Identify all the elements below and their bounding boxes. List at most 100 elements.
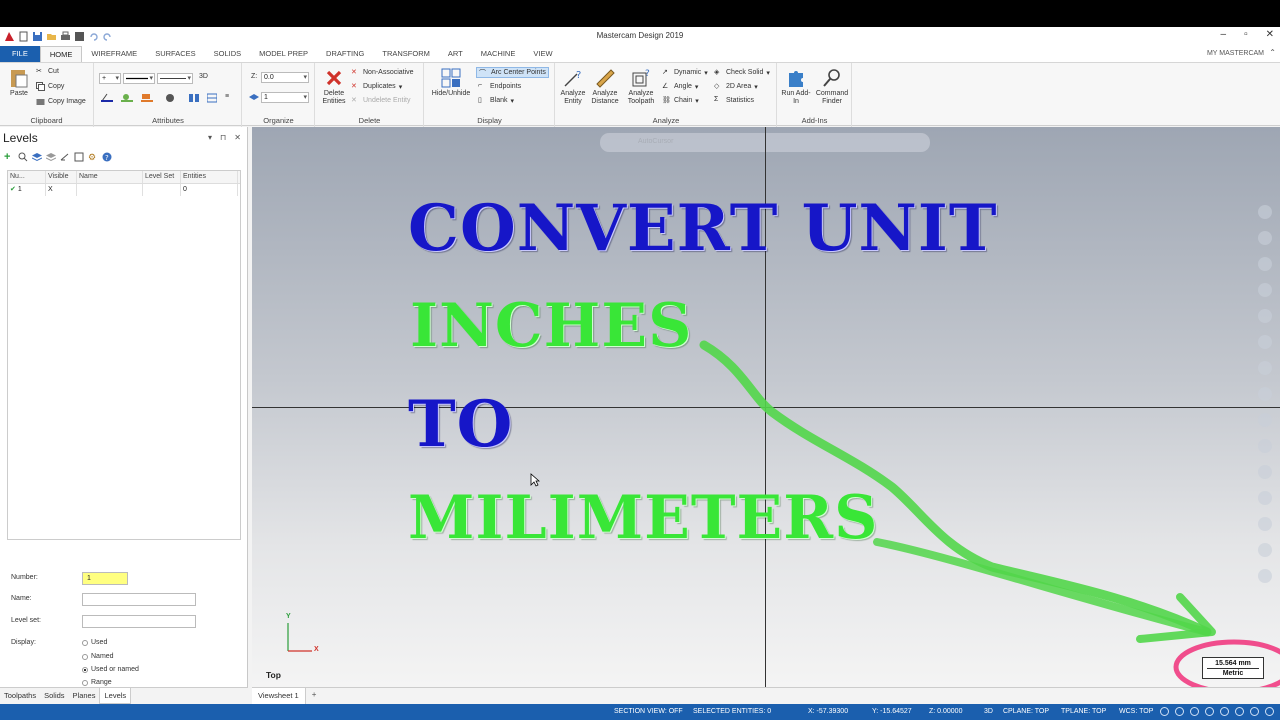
add-level-icon[interactable]: +: [4, 152, 14, 163]
dimension-3d-toggle[interactable]: 3D: [199, 73, 208, 80]
point-style-dropdown[interactable]: +: [99, 73, 121, 84]
dynamic-button[interactable]: ↗ Dynamic ▾: [662, 68, 708, 77]
line-width-dropdown[interactable]: [157, 73, 193, 84]
tab-levels[interactable]: Levels: [99, 688, 132, 704]
tab-wireframe[interactable]: WIREFRAME: [82, 46, 146, 62]
target-icon[interactable]: [1190, 707, 1199, 716]
undelete-entity-button[interactable]: ✕ Undelete Entity: [351, 96, 410, 105]
side-tool-trim-icon[interactable]: [1258, 465, 1272, 479]
app-logo-icon[interactable]: [4, 31, 15, 42]
settings-gear-icon[interactable]: ⚙: [88, 152, 98, 162]
side-tool-layer-icon[interactable]: [1258, 491, 1272, 505]
side-tool-sheet-icon[interactable]: [1258, 439, 1272, 453]
tab-surfaces[interactable]: SURFACES: [146, 46, 204, 62]
side-tool-cancel-icon[interactable]: [1258, 569, 1272, 583]
table-row[interactable]: ✔ 1 X 0: [8, 184, 240, 196]
chain-button[interactable]: ⛓ Chain ▾: [662, 96, 699, 105]
open-folder-icon[interactable]: [46, 31, 57, 42]
display-mode-icon[interactable]: [1265, 707, 1274, 716]
panel-menu-icon[interactable]: ▾: [208, 133, 212, 142]
redo-icon[interactable]: [102, 31, 113, 42]
number-input[interactable]: 1: [82, 572, 128, 585]
tab-solids[interactable]: SOLIDS: [205, 46, 251, 62]
tab-model-prep[interactable]: MODEL PREP: [250, 46, 317, 62]
side-tool-circle-icon[interactable]: [1258, 257, 1272, 271]
tplane-status[interactable]: TPLANE: TOP: [1061, 708, 1106, 715]
tab-transform[interactable]: TRANSFORM: [373, 46, 439, 62]
paste-button[interactable]: Paste: [6, 67, 32, 98]
side-tool-settings-icon[interactable]: [1258, 543, 1272, 557]
side-tool-curve-icon[interactable]: [1258, 283, 1272, 297]
col-visible[interactable]: Visible: [46, 171, 77, 183]
analyze-distance-button[interactable]: Analyze Distance: [589, 67, 621, 106]
check-solid-button[interactable]: ◈ Check Solid ▾: [714, 68, 770, 77]
tab-drafting[interactable]: DRAFTING: [317, 46, 373, 62]
hide-unhide-button[interactable]: Hide/Unhide: [427, 67, 475, 98]
side-tool-solid-icon[interactable]: [1258, 387, 1272, 401]
name-input[interactable]: [82, 593, 196, 606]
my-mastercam-link[interactable]: MY MASTERCAM: [1207, 50, 1264, 57]
minimize-button[interactable]: –: [1221, 29, 1227, 40]
tab-solids-manager[interactable]: Solids: [40, 688, 68, 704]
tab-planes[interactable]: Planes: [69, 688, 100, 704]
wireframe-color-button[interactable]: [101, 93, 113, 102]
level-input[interactable]: 1: [261, 92, 309, 103]
undo-icon[interactable]: [88, 31, 99, 42]
col-entities[interactable]: Entities: [181, 171, 238, 183]
side-tool-zoom-icon[interactable]: [1258, 205, 1272, 219]
wcs-status[interactable]: WCS: TOP: [1119, 708, 1153, 715]
side-tool-dimension-icon[interactable]: [1258, 335, 1272, 349]
non-associative-button[interactable]: ✕ Non-Associative: [351, 68, 414, 77]
tab-art[interactable]: ART: [439, 46, 472, 62]
level-arrow-icon[interactable]: [60, 152, 70, 162]
tab-home[interactable]: HOME: [39, 46, 83, 62]
angle-button[interactable]: ∠ Angle ▾: [662, 82, 698, 91]
clear-attributes-button[interactable]: [206, 93, 218, 103]
translucency-icon[interactable]: [1250, 707, 1259, 716]
restore-button[interactable]: ▫: [1244, 29, 1248, 40]
levelset-input[interactable]: [82, 615, 196, 628]
pin-icon[interactable]: ⊓: [220, 133, 226, 142]
display-range-radio[interactable]: Range: [82, 679, 112, 686]
material-button[interactable]: [165, 93, 174, 102]
analyze-entity-button[interactable]: ? Analyze Entity: [558, 67, 588, 106]
help-icon[interactable]: ?: [102, 152, 112, 162]
side-tool-gear-icon[interactable]: [1258, 309, 1272, 323]
tab-machine[interactable]: MACHINE: [472, 46, 525, 62]
display-named-radio[interactable]: Named: [82, 653, 114, 660]
col-level-set[interactable]: Level Set: [143, 171, 181, 183]
set-attributes-button[interactable]: [189, 93, 199, 102]
copy-image-button[interactable]: Copy Image: [36, 97, 86, 106]
panel-close-icon[interactable]: ✕: [234, 133, 241, 142]
graphics-viewport[interactable]: AutoCursor CONVERT UNIT INCHES TO MILIME…: [252, 127, 1280, 687]
run-addin-button[interactable]: Run Add-In: [780, 67, 812, 106]
section-view-status[interactable]: SECTION VIEW: OFF: [614, 708, 683, 715]
cut-button[interactable]: ✂ Cut: [36, 67, 59, 76]
print-icon[interactable]: [60, 31, 71, 42]
close-button[interactable]: ✕: [1266, 29, 1274, 40]
tab-view[interactable]: VIEW: [524, 46, 561, 62]
new-file-icon[interactable]: [18, 31, 29, 42]
col-number[interactable]: Nu...: [8, 171, 46, 183]
tab-file[interactable]: FILE: [0, 46, 40, 62]
mode-3d-toggle[interactable]: 3D: [984, 708, 993, 715]
delete-entities-button[interactable]: Delete Entities: [319, 67, 349, 106]
side-tool-chain-icon[interactable]: [1258, 361, 1272, 375]
area-2d-button[interactable]: ◇ 2D Area ▾: [714, 82, 758, 91]
solid-color-button[interactable]: [121, 93, 133, 102]
side-tool-box-icon[interactable]: [1258, 413, 1272, 427]
display-used-radio[interactable]: Used: [82, 639, 107, 646]
analyze-toolpath-button[interactable]: ? Analyze Toolpath: [624, 67, 658, 106]
level-stack-icon[interactable]: [31, 152, 43, 162]
blank-button[interactable]: ▯ Blank ▾: [478, 96, 514, 105]
level-visible-cell[interactable]: X: [46, 184, 77, 196]
globe-icon[interactable]: [1160, 707, 1169, 716]
tab-toolpaths[interactable]: Toolpaths: [0, 688, 40, 704]
wireframe-shade-icon[interactable]: [1235, 707, 1244, 716]
find-level-icon[interactable]: [18, 152, 28, 162]
shade-icon[interactable]: [1220, 707, 1229, 716]
arc-center-points-toggle[interactable]: ⌒ Arc Center Points: [476, 67, 549, 78]
display-used-or-named-radio[interactable]: Used or named: [82, 666, 139, 673]
plane-icon[interactable]: [1205, 707, 1214, 716]
duplicates-button[interactable]: ✕ Duplicates ▾: [351, 82, 402, 91]
